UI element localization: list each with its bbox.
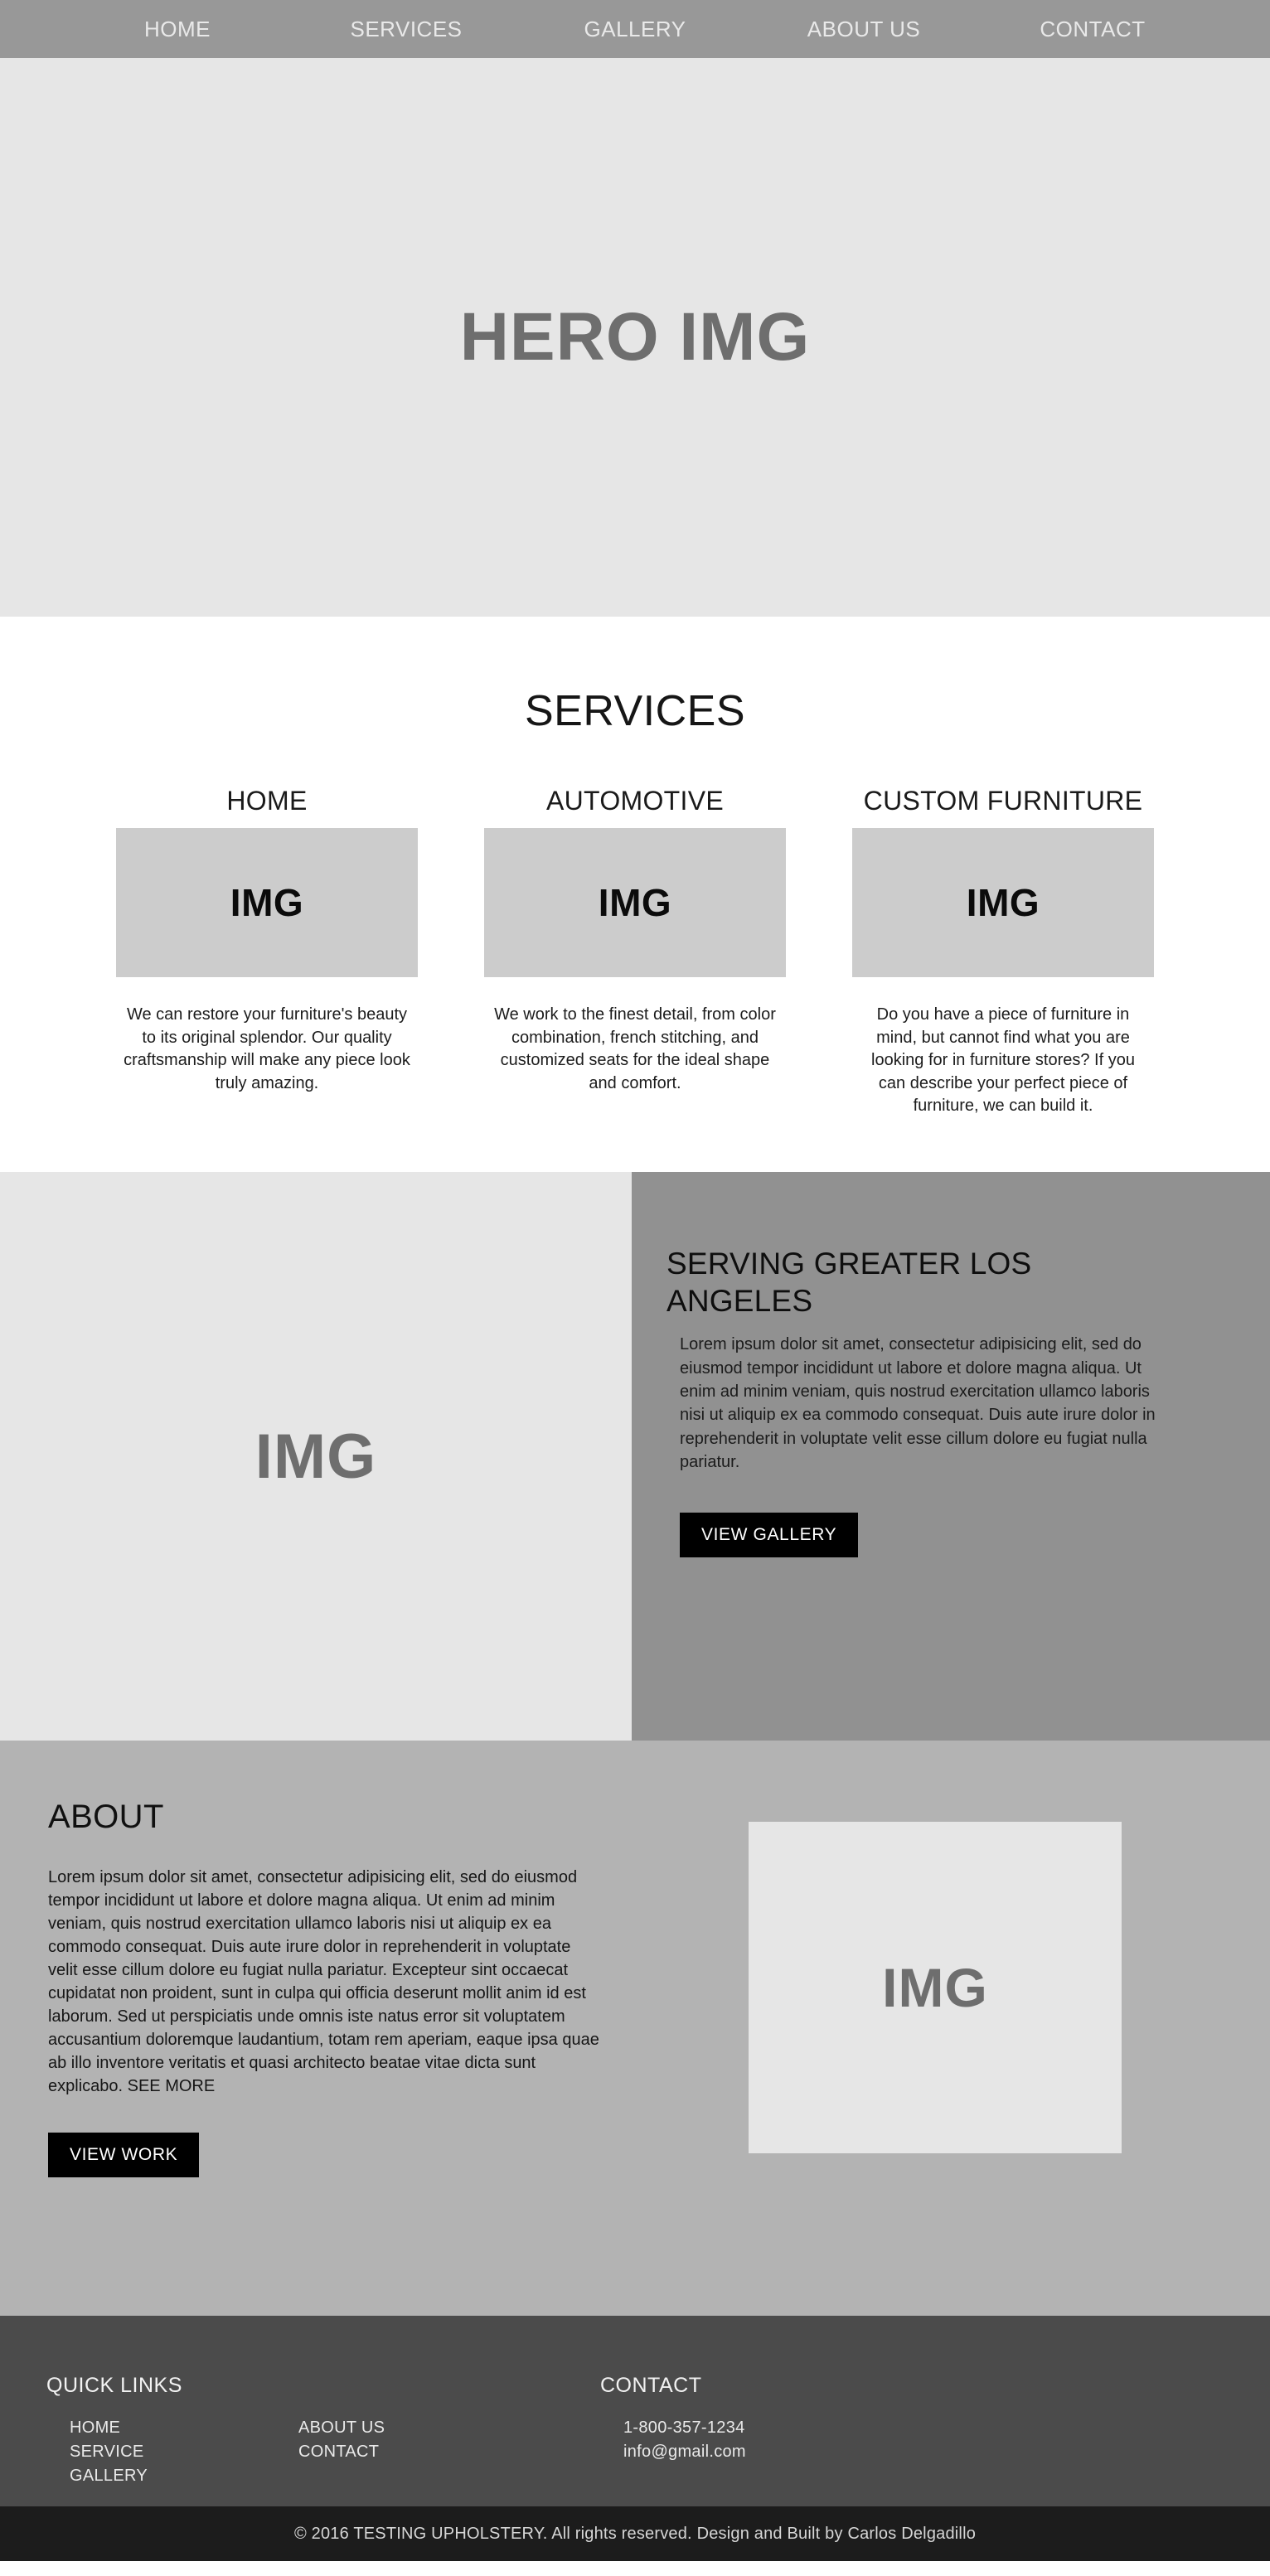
serving-image-placeholder-label: IMG xyxy=(254,1421,377,1492)
service-card-custom-furniture: CUSTOM FURNITURE IMG Do you have a piece… xyxy=(852,786,1154,1118)
nav-item-contact[interactable]: CONTACT xyxy=(978,17,1207,42)
site-footer: QUICK LINKS HOME SERVICE GALLERY ABOUT U… xyxy=(0,2316,1270,2506)
about-title: ABOUT xyxy=(48,1799,164,1835)
footer-phone-number[interactable]: 1-800-357-1234 xyxy=(623,2416,746,2440)
services-section: SERVICES HOME IMG We can restore your fu… xyxy=(0,617,1270,1172)
footer-link-home[interactable]: HOME xyxy=(70,2416,275,2440)
service-card-title: AUTOMOTIVE xyxy=(546,786,724,816)
nav-item-services[interactable]: SERVICES xyxy=(292,17,521,42)
service-card-text: We work to the finest detail, from color… xyxy=(494,1005,776,1092)
serving-heading: SERVING GREATER LOS ANGELES xyxy=(667,1247,1032,1319)
service-card-image-placeholder: IMG xyxy=(484,828,786,977)
copyright-text: © 2016 TESTING UPHOLSTERY. All rights re… xyxy=(293,2524,977,2543)
footer-contact-heading: CONTACT xyxy=(600,2374,702,2397)
view-work-button[interactable]: VIEW WORK xyxy=(48,2133,200,2177)
footer-quick-links-column: QUICK LINKS HOME SERVICE GALLERY ABOUT U… xyxy=(0,2374,597,2506)
service-card-text: Do you have a piece of furniture in mind… xyxy=(871,1005,1135,1116)
service-card-home: HOME IMG We can restore your furniture's… xyxy=(116,786,418,1118)
footer-contact-details: 1-800-357-1234 info@gmail.com xyxy=(600,2416,746,2464)
services-title: SERVICES xyxy=(524,687,746,735)
footer-quick-links-lists: HOME SERVICE GALLERY ABOUT US CONTACT xyxy=(46,2416,597,2488)
service-card-text: We can restore your furniture's beauty t… xyxy=(124,1005,410,1092)
service-card-title: HOME xyxy=(226,786,308,816)
footer-link-list-primary: HOME SERVICE GALLERY xyxy=(46,2416,275,2488)
service-card-title: CUSTOM FURNITURE xyxy=(863,786,1143,816)
footer-quick-links-heading: QUICK LINKS xyxy=(46,2374,182,2397)
hero-section: HERO IMG xyxy=(0,58,1270,617)
footer-link-gallery[interactable]: GALLERY xyxy=(70,2464,275,2488)
serving-section: IMG SERVING GREATER LOS ANGELES Lorem ip… xyxy=(0,1172,1270,1741)
about-section: ABOUT Lorem ipsum dolor sit amet, consec… xyxy=(0,1741,1270,2316)
serving-paragraph: Lorem ipsum dolor sit amet, consectetur … xyxy=(680,1335,1156,1472)
footer-link-service[interactable]: SERVICE xyxy=(70,2440,275,2464)
footer-link-contact[interactable]: CONTACT xyxy=(298,2440,504,2464)
footer-contact-column: CONTACT 1-800-357-1234 info@gmail.com xyxy=(597,2374,746,2506)
about-image-panel: IMG xyxy=(650,1799,1220,2316)
copyright-bar: © 2016 TESTING UPHOLSTERY. All rights re… xyxy=(0,2506,1270,2561)
footer-link-about-us[interactable]: ABOUT US xyxy=(298,2416,504,2440)
service-card-image-placeholder: IMG xyxy=(116,828,418,977)
serving-image-panel: IMG xyxy=(0,1172,632,1741)
service-card-automotive: AUTOMOTIVE IMG We work to the finest det… xyxy=(484,786,786,1118)
about-image-placeholder-label: IMG xyxy=(749,1822,1122,2153)
main-navigation: HOME SERVICES GALLERY ABOUT US CONTACT xyxy=(0,0,1270,58)
about-paragraph: Lorem ipsum dolor sit amet, consectetur … xyxy=(48,1868,599,2095)
footer-link-list-secondary: ABOUT US CONTACT xyxy=(275,2416,504,2488)
view-gallery-button[interactable]: VIEW GALLERY xyxy=(680,1512,859,1557)
nav-item-home[interactable]: HOME xyxy=(63,17,292,42)
about-content-panel: ABOUT Lorem ipsum dolor sit amet, consec… xyxy=(48,1799,603,2316)
service-card-image-placeholder: IMG xyxy=(852,828,1154,977)
services-card-list: HOME IMG We can restore your furniture's… xyxy=(0,786,1270,1118)
nav-item-gallery[interactable]: GALLERY xyxy=(521,17,749,42)
serving-content-panel: SERVING GREATER LOS ANGELES Lorem ipsum … xyxy=(632,1172,1270,1741)
nav-item-about-us[interactable]: ABOUT US xyxy=(749,17,978,42)
footer-email-address[interactable]: info@gmail.com xyxy=(623,2440,746,2464)
hero-image-placeholder-label: HERO IMG xyxy=(459,299,811,375)
